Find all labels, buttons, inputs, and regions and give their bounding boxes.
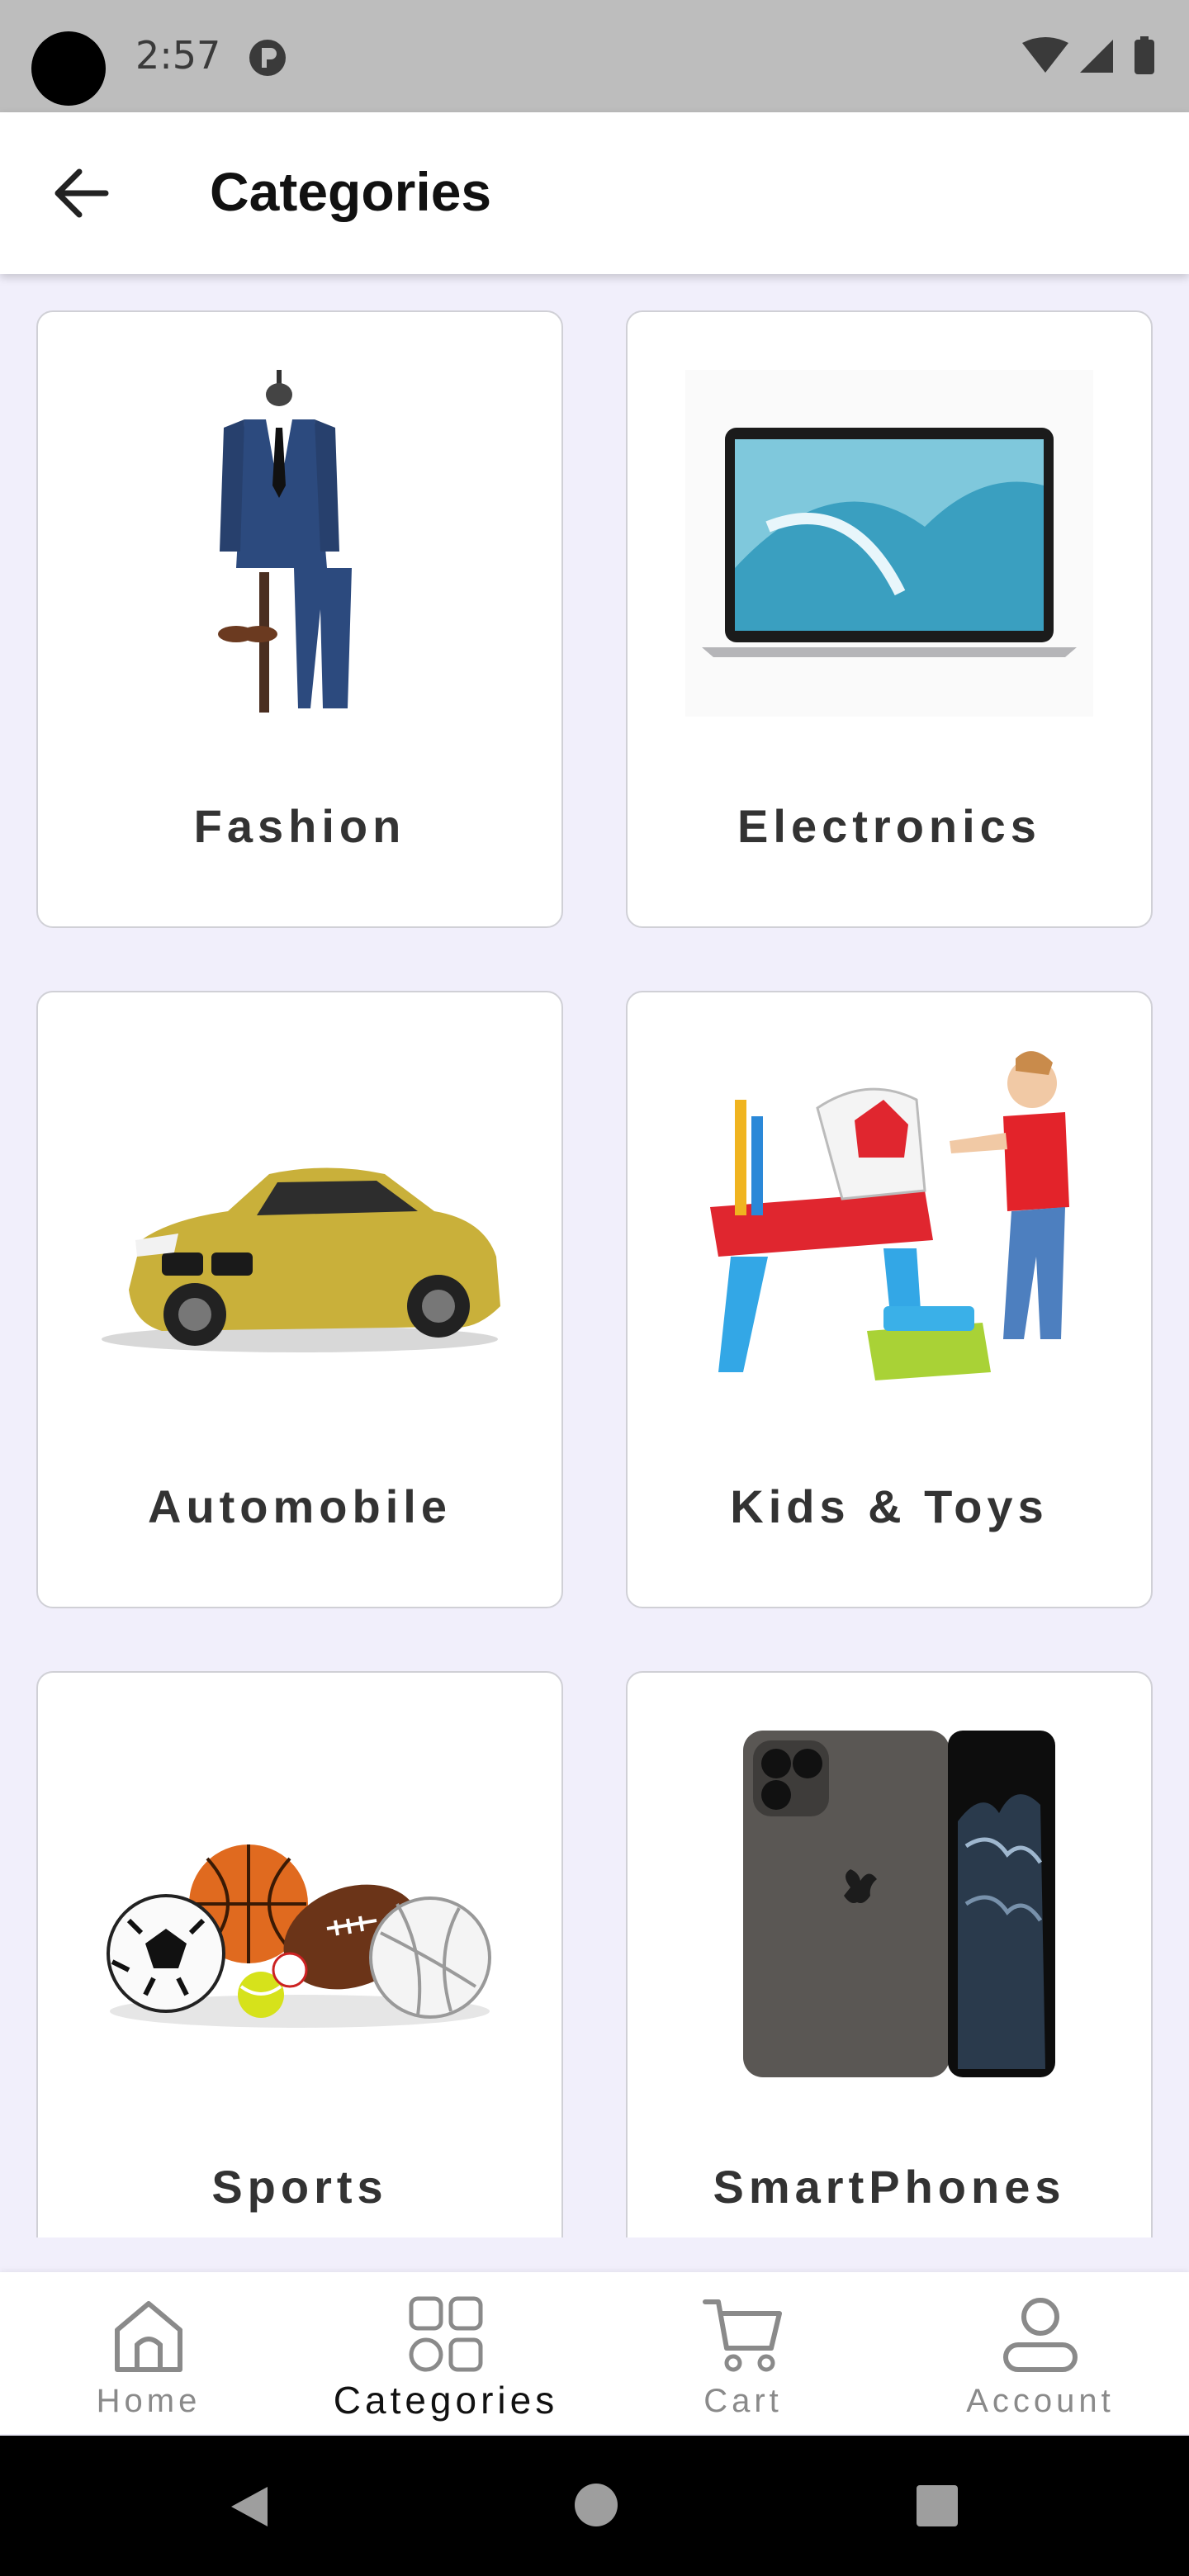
sports-balls-icon <box>107 1844 491 2028</box>
system-navigation-bar <box>0 2436 1189 2576</box>
status-bar: 2:57 <box>0 0 1189 112</box>
category-card-smartphones[interactable]: SmartPhones <box>626 1671 1153 2237</box>
category-card-sports[interactable]: Sports <box>36 1671 563 2237</box>
category-label: Kids & Toys <box>730 1480 1049 1532</box>
home-icon <box>115 2301 182 2372</box>
cart-icon <box>703 2299 782 2372</box>
nav-label: Home <box>96 2383 201 2419</box>
smartphone-icon <box>743 1731 1055 2077</box>
category-card-fashion[interactable]: Fashion <box>36 310 563 928</box>
category-label: Sports <box>211 2161 388 2213</box>
category-card-automobile[interactable]: Automobile <box>36 991 563 1608</box>
nav-item-home[interactable]: Home <box>0 2272 297 2434</box>
app-bar: Categories <box>0 112 1189 274</box>
nav-label: Cart <box>703 2383 783 2419</box>
category-label: SmartPhones <box>713 2161 1066 2213</box>
system-home-icon[interactable] <box>575 2484 618 2526</box>
nav-item-account[interactable]: Account <box>892 2272 1189 2434</box>
notification-icon <box>249 40 286 76</box>
page-title: Categories <box>210 161 492 222</box>
laptop-icon <box>685 370 1093 717</box>
category-label: Fashion <box>193 800 406 852</box>
suit-icon <box>218 370 352 713</box>
car-icon <box>102 1167 500 1352</box>
category-card-kids-toys[interactable]: Kids & Toys <box>626 991 1153 1608</box>
nav-label: Account <box>966 2383 1115 2419</box>
system-status-icons <box>1022 36 1154 74</box>
category-label: Electronics <box>737 800 1041 852</box>
back-arrow-icon[interactable] <box>50 162 116 225</box>
category-label: Automobile <box>148 1480 452 1532</box>
categories-icon <box>409 2296 483 2372</box>
nav-item-cart[interactable]: Cart <box>594 2272 892 2434</box>
nav-item-categories[interactable]: Categories <box>297 2272 594 2434</box>
toy-easel-icon <box>710 1051 1069 1380</box>
system-back-icon[interactable] <box>226 2484 272 2530</box>
bottom-navigation: Home Categories Cart Account <box>0 2272 1189 2434</box>
category-grid: Fashion Electronics Automobile Kids & To… <box>0 274 1189 2237</box>
system-recents-icon[interactable] <box>917 2485 958 2526</box>
status-time: 2:57 <box>135 33 221 78</box>
account-icon <box>1003 2298 1078 2372</box>
nav-label: Categories <box>333 2379 559 2422</box>
category-card-electronics[interactable]: Electronics <box>626 310 1153 928</box>
camera-cutout <box>31 31 106 106</box>
